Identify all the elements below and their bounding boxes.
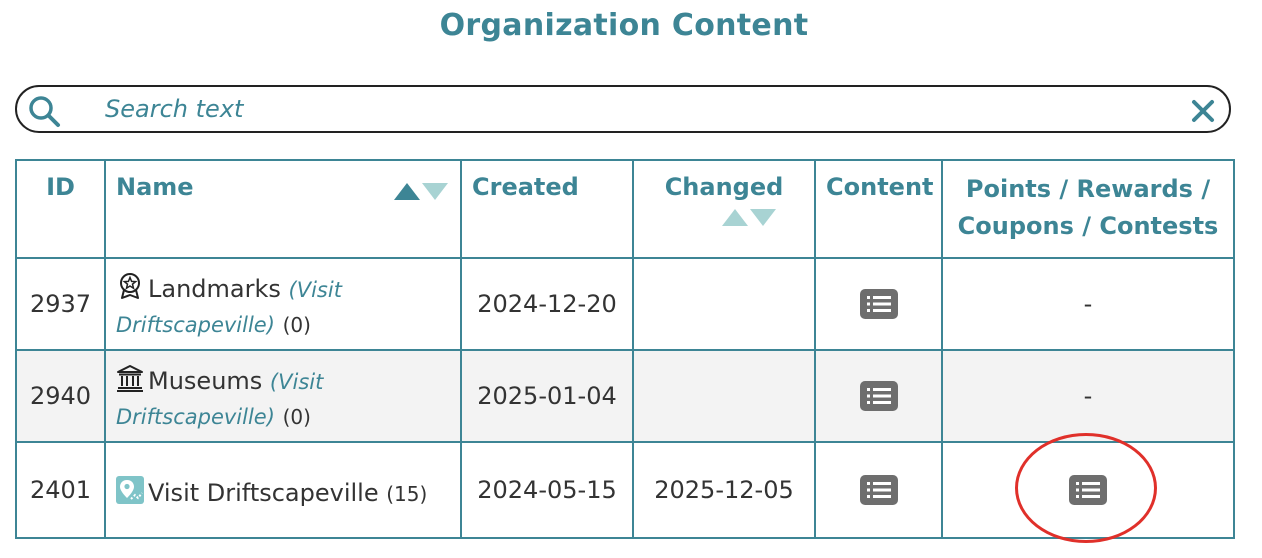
table-row: 2940 Museums (Visit Driftscapeville) (0): [15, 349, 1235, 443]
sort-descending-icon[interactable]: [422, 183, 448, 200]
column-header-label: ID: [46, 173, 75, 201]
museum-icon: [117, 365, 143, 392]
cell-changed: 2025-12-05: [632, 441, 816, 539]
table-row: 2401 Visit Driftscapeville (15) 2024-05-…: [15, 441, 1235, 539]
cell-created: 2024-05-15: [460, 441, 634, 539]
content-list-button[interactable]: [859, 381, 898, 411]
column-header-label: Name: [116, 173, 194, 201]
list-icon: [866, 296, 891, 312]
cell-content: [814, 257, 943, 351]
cell-id: 2940: [15, 349, 106, 443]
close-icon[interactable]: [1191, 99, 1215, 123]
sort-control[interactable]: [694, 209, 804, 226]
column-header-label: Coupons / Contests: [957, 212, 1219, 240]
content-list-button[interactable]: [859, 289, 898, 319]
list-icon: [866, 482, 891, 498]
column-header-name[interactable]: Name: [104, 159, 462, 259]
sort-ascending-icon[interactable]: [394, 183, 420, 200]
landmark-badge-icon: [120, 273, 140, 299]
list-icon: [1076, 482, 1100, 498]
item-count: (0): [282, 405, 311, 429]
column-header-label: Content: [826, 173, 934, 201]
cell-content: [814, 441, 943, 539]
cell-id: 2937: [15, 257, 106, 351]
content-name: Museums: [148, 367, 263, 395]
cell-name: Landmarks (Visit Driftscapeville) (0): [104, 257, 462, 351]
cell-name: Museums (Visit Driftscapeville) (0): [104, 349, 462, 443]
cell-changed: [632, 257, 816, 351]
organization-content-page: Organization Content ID N: [0, 0, 1262, 558]
map-pin-icon: [116, 475, 144, 504]
cell-changed: [632, 349, 816, 443]
sort-descending-icon[interactable]: [750, 209, 776, 226]
points-rewards-list-button[interactable]: [1069, 475, 1107, 505]
content-name: Visit Driftscapeville: [148, 478, 379, 507]
column-header-created[interactable]: Created: [460, 159, 634, 259]
content-list-button[interactable]: [859, 475, 898, 505]
column-header-label: Changed: [664, 173, 784, 201]
search-input[interactable]: [105, 91, 1165, 127]
column-header-id[interactable]: ID: [15, 159, 106, 259]
item-count: (15): [386, 481, 428, 506]
list-icon: [866, 388, 891, 404]
cell-points-rewards: [941, 441, 1235, 539]
table-row: 2937 Landmarks (Visit Driftscapeville) (…: [15, 257, 1235, 351]
cell-id: 2401: [15, 441, 106, 539]
cell-points-rewards: -: [941, 257, 1235, 351]
page-title: Organization Content: [439, 8, 809, 43]
search-bar: [15, 85, 1231, 133]
cell-created: 2025-01-04: [460, 349, 634, 443]
sort-ascending-icon[interactable]: [722, 209, 748, 226]
cell-created: 2024-12-20: [460, 257, 634, 351]
sort-control[interactable]: [394, 183, 448, 200]
column-header-content[interactable]: Content: [814, 159, 943, 259]
item-count: (0): [282, 313, 311, 337]
cell-name: Visit Driftscapeville (15): [104, 441, 462, 539]
column-header-label: Points / Rewards /: [965, 175, 1211, 203]
cell-content: [814, 349, 943, 443]
column-header-points-rewards[interactable]: Points / Rewards / Coupons / Contests: [941, 159, 1235, 259]
column-header-changed[interactable]: Changed: [632, 159, 816, 259]
search-icon: [29, 96, 60, 127]
content-table: ID Name Created Changed Content Points /…: [15, 159, 1235, 539]
table-header-row: ID Name Created Changed Content Points /…: [15, 159, 1235, 259]
column-header-label: Created: [472, 173, 579, 201]
cell-points-rewards: -: [941, 349, 1235, 443]
content-name: Landmarks: [148, 275, 281, 303]
